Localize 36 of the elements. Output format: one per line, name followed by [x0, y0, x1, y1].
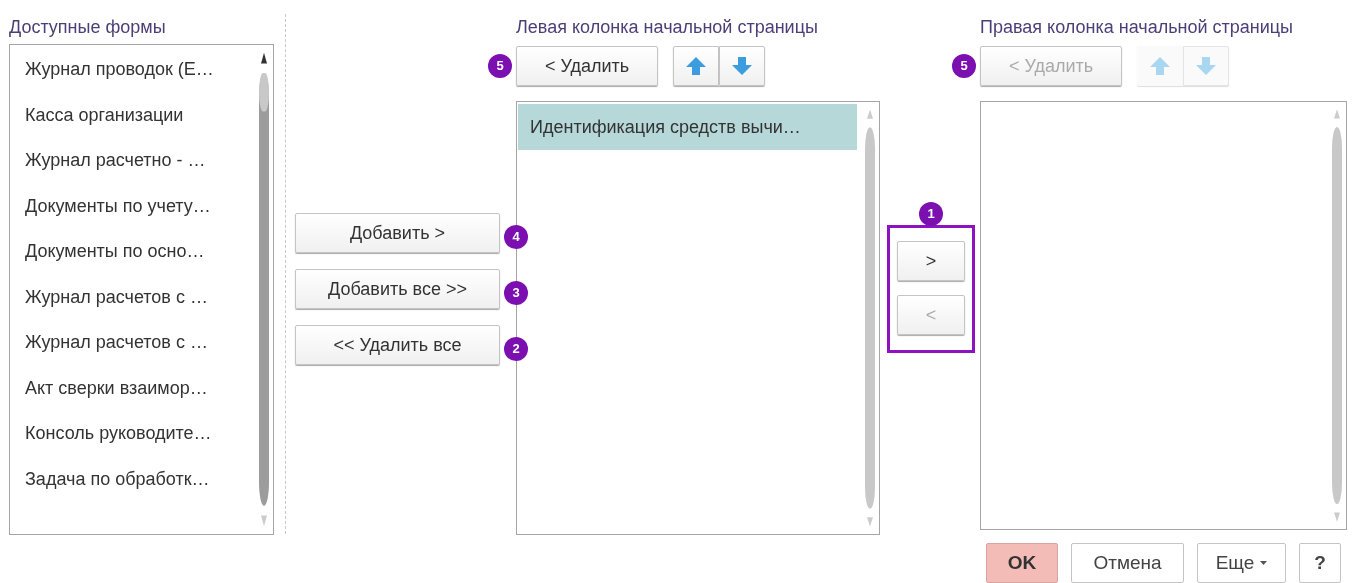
up-arrow-icon [685, 56, 707, 76]
step-badge: 1 [919, 202, 943, 226]
list-item[interactable]: Касса организации [11, 92, 251, 138]
list-item[interactable]: Документы по учету… [11, 183, 251, 229]
list-item[interactable]: Консоль руководите… [11, 411, 251, 457]
list-item[interactable]: Журнал расчетов с … [11, 320, 251, 366]
step-badge: 2 [504, 337, 528, 361]
dialog-button[interactable]: ? [1299, 543, 1341, 583]
down-arrow-icon [731, 56, 753, 76]
up-arrow-icon [1149, 56, 1171, 76]
more-button[interactable]: Еще [1197, 543, 1286, 583]
move-down-button[interactable] [719, 46, 765, 86]
ok-button[interactable]: OK [986, 543, 1058, 583]
list-item[interactable]: Документы по осно… [11, 229, 251, 275]
add-remove-button[interactable]: << Удалить все [295, 325, 500, 365]
add-remove-button[interactable]: Добавить > [295, 213, 500, 253]
dialog-button[interactable]: Отмена [1071, 543, 1184, 583]
transfer-button[interactable]: > [897, 241, 965, 281]
move-up-button[interactable] [673, 46, 719, 86]
step-badge: 5 [488, 54, 512, 78]
list-item[interactable]: Задача по обработк… [11, 456, 251, 502]
add-remove-button[interactable]: Добавить все >> [295, 269, 500, 309]
column-title: Доступные формы [9, 16, 167, 39]
list-item[interactable]: Журнал расчетно - … [11, 138, 251, 184]
step-badge: 4 [504, 225, 528, 249]
list-item[interactable]: Идентификация средств вычи… [518, 104, 857, 150]
list-item[interactable]: Журнал проводок (Е… [11, 47, 251, 93]
column-title: Правая колонка начальной страницы [980, 16, 1295, 39]
caret-icon [1260, 561, 1268, 565]
column-title: Левая колонка начальной страницы [516, 16, 819, 39]
step-badge: 3 [504, 281, 528, 305]
remove-button[interactable]: < Удалить [516, 46, 658, 86]
list-item[interactable]: Журнал расчетов с … [11, 274, 251, 320]
step-badge: 5 [952, 54, 976, 78]
down-arrow-icon [1195, 56, 1217, 76]
list-item[interactable]: Акт сверки взаимор… [11, 365, 251, 411]
